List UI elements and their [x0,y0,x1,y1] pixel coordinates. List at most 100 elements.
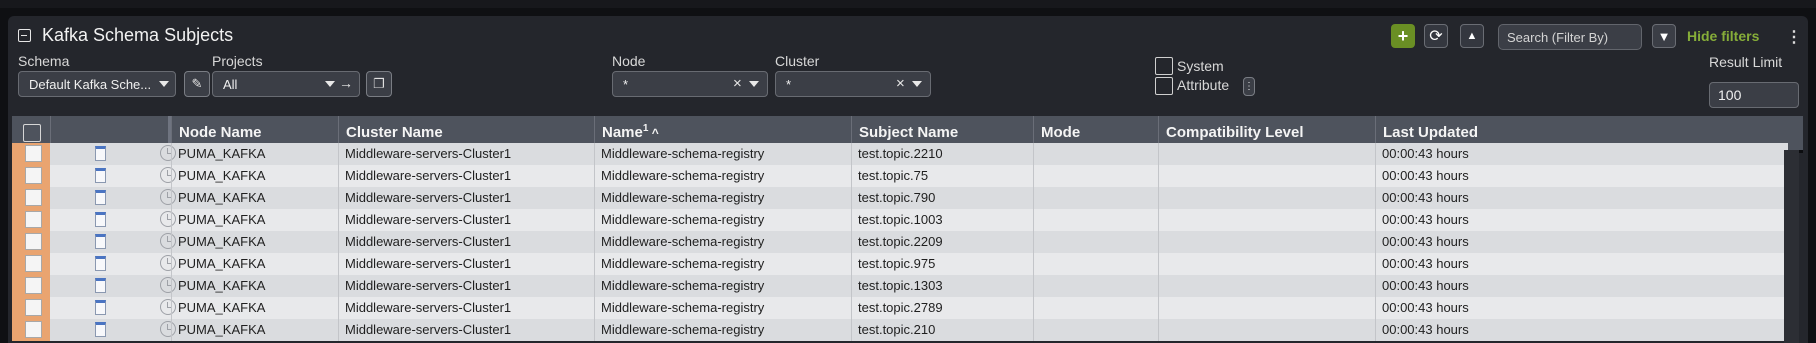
last-updated-cell: 00:00:43 hours [1375,187,1788,209]
document-icon[interactable] [95,190,106,205]
row-checkbox[interactable] [25,211,42,228]
column-name-label: Name [602,124,643,141]
funnel-icon: ▼ [1657,28,1671,44]
attribute-checkbox[interactable] [1155,77,1173,95]
compatibility-level-cell [1158,143,1375,165]
result-limit-label: Result Limit [1709,54,1783,70]
chevron-down-icon [912,81,922,87]
mode-cell [1033,319,1158,341]
compatibility-level-cell [1158,319,1375,341]
sort-toggle-button[interactable]: ▲ [1460,24,1484,48]
chevron-down-icon [749,81,759,87]
attribute-options-icon[interactable]: ⋮ [1243,77,1255,96]
table-row[interactable]: PUMA_KAFKA Middleware-servers-Cluster1 Mid… [12,297,1788,319]
mode-cell [1033,209,1158,231]
select-all-checkbox[interactable] [23,124,41,142]
top-bar [0,0,1816,8]
compatibility-level-cell [1158,165,1375,187]
clear-icon[interactable]: × [896,75,905,92]
mode-cell [1033,187,1158,209]
node-name-cell: PUMA_KAFKA [171,187,338,209]
mode-cell [1033,143,1158,165]
cluster-name-cell: Middleware-servers-Cluster1 [338,165,594,187]
system-label: System [1177,58,1224,74]
cluster-name-cell: Middleware-servers-Cluster1 [338,143,594,165]
table-row[interactable]: PUMA_KAFKA Middleware-servers-Cluster1 Mid… [12,231,1788,253]
table-row[interactable]: PUMA_KAFKA Middleware-servers-Cluster1 Mid… [12,143,1788,165]
cluster-name-cell: Middleware-servers-Cluster1 [338,253,594,275]
cluster-name-cell: Middleware-servers-Cluster1 [338,319,594,341]
arrow-right-icon: → [339,75,353,91]
document-icon[interactable] [95,322,106,337]
result-limit-input[interactable]: 100 [1709,82,1799,108]
node-select-value: * [623,77,629,92]
table-row[interactable]: PUMA_KAFKA Middleware-servers-Cluster1 Mid… [12,253,1788,275]
node-name-cell: PUMA_KAFKA [171,231,338,253]
row-checkbox[interactable] [25,277,42,294]
projects-select[interactable]: All → [212,71,360,97]
schema-select-value: Default Kafka Sche... [29,77,152,92]
edit-schema-button[interactable]: ✎ [184,71,210,97]
row-checkbox[interactable] [25,167,42,184]
mode-cell [1033,231,1158,253]
table-row[interactable]: PUMA_KAFKA Middleware-servers-Cluster1 Mid… [12,275,1788,297]
clear-icon[interactable]: × [733,75,742,92]
table-row[interactable]: PUMA_KAFKA Middleware-servers-Cluster1 Mid… [12,319,1788,341]
document-icon[interactable] [95,168,106,183]
refresh-button[interactable]: ⟳ [1424,24,1448,48]
name-cell: Middleware-schema-registry [594,143,851,165]
subject-name-cell: test.topic.1003 [851,209,1033,231]
copy-button[interactable]: ❐ [366,71,392,97]
name-cell: Middleware-schema-registry [594,319,851,341]
compatibility-level-cell [1158,297,1375,319]
subject-name-cell: test.topic.1303 [851,275,1033,297]
document-icon[interactable] [95,278,106,293]
row-checkbox[interactable] [25,299,42,316]
document-icon[interactable] [95,300,106,315]
subject-name-cell: test.topic.75 [851,165,1033,187]
compatibility-level-cell [1158,209,1375,231]
document-icon[interactable] [95,146,106,161]
table-row[interactable]: PUMA_KAFKA Middleware-servers-Cluster1 Mid… [12,209,1788,231]
row-checkbox[interactable] [25,145,42,162]
cluster-select[interactable]: * × [775,71,931,97]
last-updated-cell: 00:00:43 hours [1375,165,1788,187]
row-checkbox[interactable] [25,255,42,272]
subject-name-cell: test.topic.2210 [851,143,1033,165]
panel-title: Kafka Schema Subjects [42,25,234,45]
document-icon[interactable] [95,212,106,227]
table-row[interactable]: PUMA_KAFKA Middleware-servers-Cluster1 Mid… [12,165,1788,187]
row-checkbox[interactable] [25,189,42,206]
compatibility-level-cell [1158,253,1375,275]
row-checkbox[interactable] [25,321,42,338]
chevron-down-icon [325,81,335,87]
add-button[interactable]: + [1391,24,1415,48]
cluster-label: Cluster [775,53,820,69]
refresh-icon: ⟳ [1429,28,1443,45]
filter-button[interactable]: ▼ [1652,24,1676,48]
hide-filters-link[interactable]: Hide filters [1687,28,1759,44]
cluster-name-cell: Middleware-servers-Cluster1 [338,275,594,297]
sort-arrows-icon: ▲ [1466,30,1478,42]
node-name-cell: PUMA_KAFKA [171,297,338,319]
vertical-scrollbar[interactable] [1784,150,1799,343]
name-cell: Middleware-schema-registry [594,253,851,275]
node-select[interactable]: * × [612,71,768,97]
schema-select[interactable]: Default Kafka Sche... [18,71,176,97]
document-icon[interactable] [95,256,106,271]
schema-label: Schema [18,53,70,69]
more-options-icon[interactable]: ⋮ [1786,27,1802,47]
system-checkbox[interactable] [1155,57,1173,75]
collapse-icon[interactable] [18,29,31,42]
last-updated-cell: 00:00:43 hours [1375,253,1788,275]
row-checkbox[interactable] [25,233,42,250]
subject-name-cell: test.topic.2209 [851,231,1033,253]
cluster-name-cell: Middleware-servers-Cluster1 [338,187,594,209]
document-icon[interactable] [95,234,106,249]
last-updated-cell: 00:00:43 hours [1375,209,1788,231]
search-input[interactable]: Search (Filter By) [1498,24,1642,50]
subject-name-cell: test.topic.210 [851,319,1033,341]
last-updated-cell: 00:00:43 hours [1375,231,1788,253]
name-cell: Middleware-schema-registry [594,275,851,297]
table-row[interactable]: PUMA_KAFKA Middleware-servers-Cluster1 Mid… [12,187,1788,209]
